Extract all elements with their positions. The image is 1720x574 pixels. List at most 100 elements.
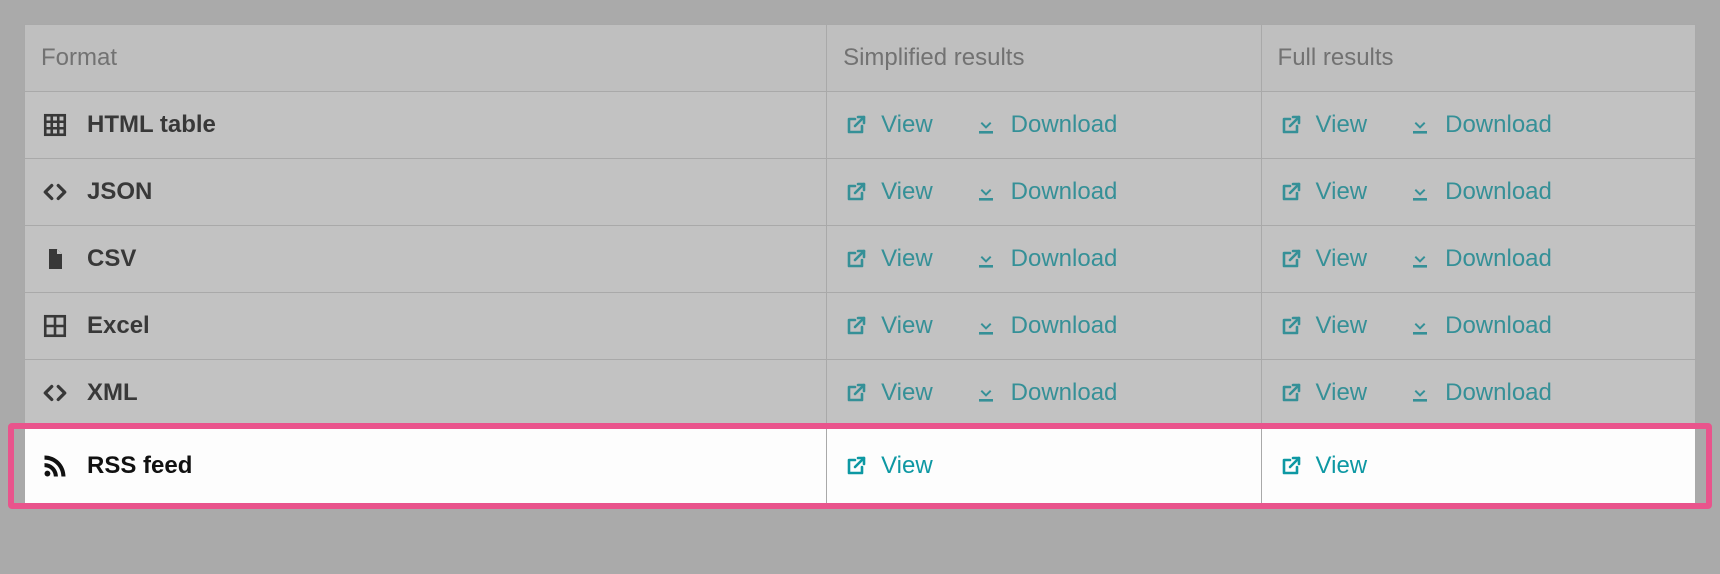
view-label: View — [1316, 312, 1368, 340]
download-label: Download — [1011, 178, 1118, 206]
download-icon — [973, 246, 999, 272]
format-cell: CSV — [25, 226, 827, 293]
format-cell: XML — [25, 360, 827, 427]
simplified-cell: View Download — [827, 360, 1261, 427]
format-label: Excel — [87, 312, 150, 340]
simplified-cell: View Download — [827, 226, 1261, 293]
table-header-row: Format Simplified results Full results — [25, 25, 1696, 92]
format-cell: JSON — [25, 159, 827, 226]
open-external-icon — [843, 380, 869, 406]
view-label: View — [881, 452, 933, 480]
download-icon — [973, 380, 999, 406]
open-external-icon — [1278, 246, 1304, 272]
format-cell: HTML table — [25, 92, 827, 159]
download-link[interactable]: Download — [1407, 379, 1552, 407]
download-link[interactable]: Download — [1407, 245, 1552, 273]
full-cell: View Download — [1261, 293, 1695, 360]
download-icon — [973, 313, 999, 339]
format-label: HTML table — [87, 111, 216, 139]
full-cell: View Download — [1261, 92, 1695, 159]
view-label: View — [1316, 452, 1368, 480]
download-link[interactable]: Download — [973, 379, 1118, 407]
export-formats-table: Format Simplified results Full results H… — [24, 24, 1696, 505]
file-icon — [41, 245, 69, 273]
simplified-cell: View — [827, 427, 1261, 505]
view-label: View — [1316, 245, 1368, 273]
code-icon — [41, 379, 69, 407]
view-label: View — [1316, 111, 1368, 139]
download-label: Download — [1011, 111, 1118, 139]
view-label: View — [881, 245, 933, 273]
full-cell: View Download — [1261, 360, 1695, 427]
full-cell: View Download — [1261, 159, 1695, 226]
download-icon — [1407, 380, 1433, 406]
download-icon — [1407, 313, 1433, 339]
view-link[interactable]: View — [843, 111, 933, 139]
view-label: View — [881, 178, 933, 206]
format-label: XML — [87, 379, 138, 407]
header-simplified: Simplified results — [827, 25, 1261, 92]
view-link[interactable]: View — [1278, 178, 1368, 206]
download-label: Download — [1445, 245, 1552, 273]
format-cell: Excel — [25, 293, 827, 360]
open-external-icon — [1278, 380, 1304, 406]
view-label: View — [881, 111, 933, 139]
open-external-icon — [1278, 112, 1304, 138]
full-cell: View — [1261, 427, 1695, 505]
table-row: RSS feed View View — [25, 427, 1696, 505]
open-external-icon — [843, 453, 869, 479]
download-link[interactable]: Download — [1407, 178, 1552, 206]
view-link[interactable]: View — [1278, 452, 1368, 480]
simplified-cell: View Download — [827, 159, 1261, 226]
download-label: Download — [1445, 111, 1552, 139]
format-cell: RSS feed — [25, 427, 827, 505]
download-icon — [1407, 246, 1433, 272]
excel-icon — [41, 312, 69, 340]
download-icon — [1407, 179, 1433, 205]
view-label: View — [1316, 379, 1368, 407]
download-label: Download — [1445, 312, 1552, 340]
download-label: Download — [1445, 379, 1552, 407]
open-external-icon — [843, 246, 869, 272]
format-label: CSV — [87, 245, 136, 273]
format-label: JSON — [87, 178, 152, 206]
download-link[interactable]: Download — [1407, 312, 1552, 340]
table-row: CSV View Download View Download — [25, 226, 1696, 293]
view-link[interactable]: View — [843, 379, 933, 407]
grid-icon — [41, 111, 69, 139]
view-link[interactable]: View — [843, 312, 933, 340]
view-link[interactable]: View — [843, 452, 933, 480]
view-link[interactable]: View — [843, 178, 933, 206]
download-label: Download — [1011, 245, 1118, 273]
open-external-icon — [843, 112, 869, 138]
download-link[interactable]: Download — [973, 111, 1118, 139]
download-label: Download — [1011, 312, 1118, 340]
view-link[interactable]: View — [843, 245, 933, 273]
view-link[interactable]: View — [1278, 379, 1368, 407]
table-row: HTML table View Download View Download — [25, 92, 1696, 159]
view-label: View — [881, 379, 933, 407]
rss-icon — [41, 452, 69, 480]
format-label: RSS feed — [87, 452, 192, 480]
code-icon — [41, 178, 69, 206]
download-icon — [973, 112, 999, 138]
open-external-icon — [1278, 453, 1304, 479]
open-external-icon — [1278, 313, 1304, 339]
download-link[interactable]: Download — [1407, 111, 1552, 139]
view-label: View — [881, 312, 933, 340]
view-link[interactable]: View — [1278, 312, 1368, 340]
table-row: Excel View Download View Download — [25, 293, 1696, 360]
view-link[interactable]: View — [1278, 245, 1368, 273]
download-link[interactable]: Download — [973, 312, 1118, 340]
table-row: JSON View Download View Download — [25, 159, 1696, 226]
download-label: Download — [1445, 178, 1552, 206]
download-link[interactable]: Download — [973, 178, 1118, 206]
download-icon — [1407, 112, 1433, 138]
table-row: XML View Download View Download — [25, 360, 1696, 427]
download-label: Download — [1011, 379, 1118, 407]
header-full: Full results — [1261, 25, 1695, 92]
download-link[interactable]: Download — [973, 245, 1118, 273]
view-link[interactable]: View — [1278, 111, 1368, 139]
simplified-cell: View Download — [827, 92, 1261, 159]
full-cell: View Download — [1261, 226, 1695, 293]
